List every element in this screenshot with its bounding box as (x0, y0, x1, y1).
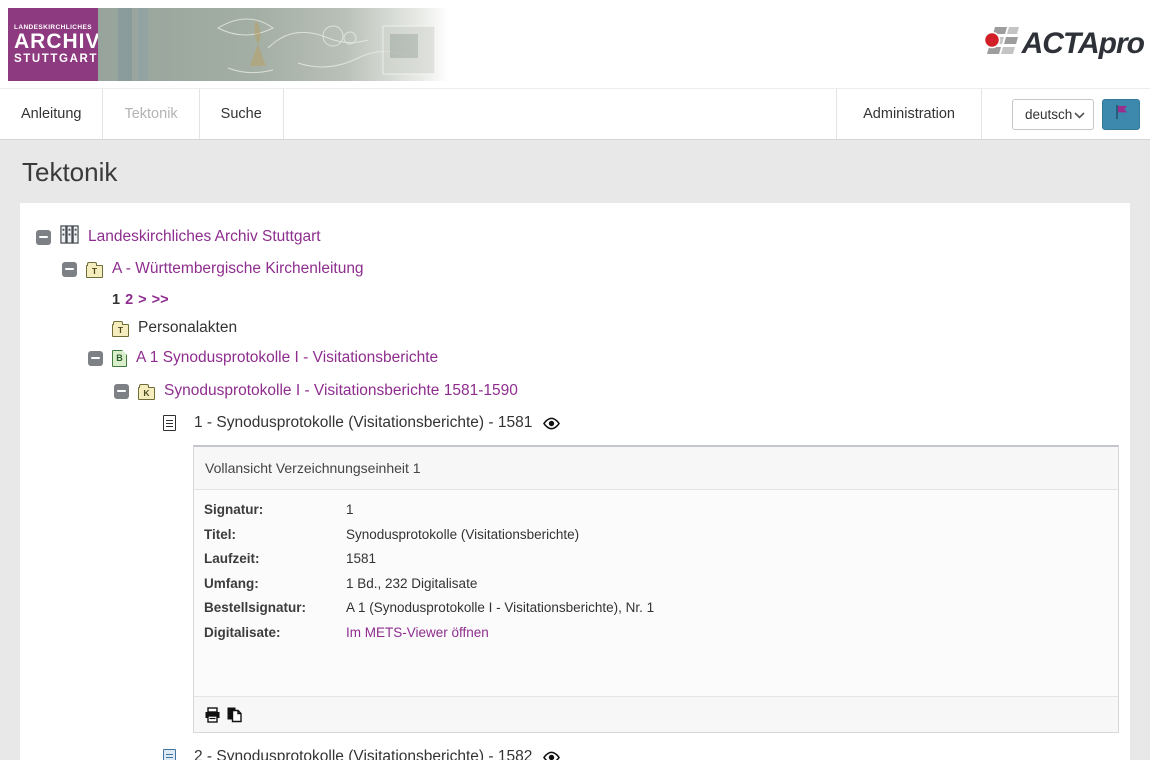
field-digitalisate: Digitalisate: Im METS-Viewer öffnen (204, 624, 1108, 640)
actapro-wordmark: ACTApro (1021, 26, 1145, 60)
field-umfang: Umfang: 1 Bd., 232 Digitalisate (204, 575, 1108, 591)
tektonik-tree-card: Landeskirchliches Archiv Stuttgart T A -… (20, 203, 1130, 760)
tree-node-label[interactable]: A - Württembergische Kirchenleitung (112, 260, 364, 278)
tree-node-label[interactable]: Synodusprotokolle I - Visitationsbericht… (164, 382, 518, 400)
title-bar: Tektonik (0, 140, 1150, 203)
archive-holdings-icon (60, 225, 79, 249)
tree-node-kirchenleitung: T A - Württembergische Kirchenleitung (32, 253, 1118, 285)
tree-item-label[interactable]: 1 - Synodusprotokolle (Visitationsberich… (194, 414, 532, 432)
folder-letter: T (91, 265, 98, 276)
banner-image (98, 8, 449, 81)
nav-right-group: Administration deutsch (836, 89, 1150, 139)
field-titel: Titel: Synodusprotokolle (Visitationsber… (204, 526, 1108, 542)
field-value: Synodusprotokolle (Visitationsberichte) (346, 526, 580, 542)
detail-panel: Vollansicht Verzeichnungseinheit 1 Signa… (193, 445, 1119, 733)
tree-pagination: 1 2 > >> (32, 285, 1118, 315)
eye-icon[interactable] (542, 751, 561, 760)
collapse-toggle-icon[interactable] (88, 350, 103, 366)
logo-text-line: STUTTGART (14, 53, 99, 65)
print-icon[interactable] (204, 706, 221, 723)
pagination-last[interactable]: >> (152, 292, 169, 308)
collapse-toggle-icon[interactable] (114, 383, 129, 399)
pagination-current-page: 1 (112, 292, 121, 308)
tree-item-label[interactable]: 2 - Synodusprotokolle (Visitationsberich… (194, 748, 532, 760)
pagination-next[interactable]: > (138, 292, 146, 308)
language-select[interactable]: deutsch (1012, 98, 1094, 130)
field-laufzeit: Laufzeit: 1581 (204, 552, 1108, 566)
field-bestellsignatur: Bestellsignatur: A 1 (Synodusprotokolle … (204, 601, 1108, 615)
nav-item-tektonik[interactable]: Tektonik (103, 89, 200, 139)
nav-item-administration[interactable]: Administration (836, 89, 982, 139)
field-label: Titel: (204, 526, 237, 542)
archive-logo: LANDESKIRCHLICHES ARCHIV STUTTGART (8, 8, 449, 81)
detail-panel-footer (194, 696, 1118, 732)
tree-node-label[interactable]: A 1 Synodusprotokolle I - Visitationsber… (136, 349, 438, 367)
field-value: 1 (346, 502, 354, 517)
tree-item-1581: 1 - Synodusprotokolle (Visitationsberich… (32, 407, 1118, 439)
nav-item-anleitung[interactable]: Anleitung (0, 89, 104, 139)
field-label: Bestellsignatur: (204, 600, 307, 615)
field-value: A 1 (Synodusprotokolle I - Visitationsbe… (346, 600, 655, 615)
flag-icon (1114, 104, 1129, 125)
folder-letter: K (143, 387, 150, 398)
field-value: 1581 (346, 551, 377, 566)
logo-text-line: ARCHIV (14, 30, 101, 53)
tree-node-label[interactable]: Landeskirchliches Archiv Stuttgart (88, 228, 321, 246)
folder-letter: T (117, 324, 124, 335)
language-select-value: deutsch (1025, 106, 1073, 122)
pagination-page-2[interactable]: 2 (125, 292, 133, 308)
nav-item-suche[interactable]: Suche (200, 89, 284, 139)
eye-icon[interactable] (542, 417, 561, 430)
collapse-toggle-icon[interactable] (62, 261, 77, 277)
tektonik-folder-icon: T (86, 261, 103, 278)
bestand-letter: B (116, 352, 123, 363)
collapse-toggle-icon[interactable] (36, 229, 51, 245)
field-label: Digitalisate: (204, 624, 281, 640)
tektonik-folder-icon: T (112, 320, 129, 337)
mets-viewer-link[interactable]: Im METS-Viewer öffnen (346, 625, 489, 640)
bestand-icon: B (112, 349, 127, 367)
klassifikation-folder-icon: K (138, 383, 155, 400)
verzeichnungseinheit-icon (163, 749, 176, 760)
actapro-tiles-icon (982, 24, 1020, 63)
field-value: 1 Bd., 232 Digitalisate (346, 575, 478, 591)
detail-panel-body: Signatur: 1 Titel: Synodusprotokolle (Vi… (194, 490, 1118, 696)
field-signatur: Signatur: 1 (204, 503, 1108, 517)
tree-node-klassifikation: K Synodusprotokolle I - Visitationsberic… (32, 375, 1118, 407)
tree-node-personalakten: T Personalakten (32, 315, 1118, 341)
archive-logo-box: LANDESKIRCHLICHES ARCHIV STUTTGART (8, 8, 101, 81)
tree-item-1582: 2 - Synodusprotokolle (Visitationsberich… (32, 741, 1118, 760)
top-header: LANDESKIRCHLICHES ARCHIV STUTTGART ACTAp… (0, 0, 1150, 88)
field-label: Umfang: (204, 575, 259, 591)
tree-node-archive: Landeskirchliches Archiv Stuttgart (32, 221, 1118, 253)
page-title: Tektonik (22, 157, 118, 187)
actapro-logo: ACTApro (982, 24, 1145, 63)
chevron-down-icon (1074, 107, 1085, 122)
copy-icon[interactable] (226, 706, 243, 723)
verzeichnungseinheit-icon (163, 415, 176, 431)
tree-node-label[interactable]: Personalakten (138, 319, 237, 337)
field-label: Signatur: (204, 502, 264, 517)
field-label: Laufzeit: (204, 551, 260, 566)
detail-panel-title: Vollansicht Verzeichnungseinheit 1 (194, 447, 1118, 490)
flag-button[interactable] (1102, 98, 1140, 130)
tree-node-bestand-a1: B A 1 Synodusprotokolle I - Visitationsb… (32, 341, 1118, 375)
main-nav: Anleitung Tektonik Suche Administration … (0, 88, 1150, 140)
